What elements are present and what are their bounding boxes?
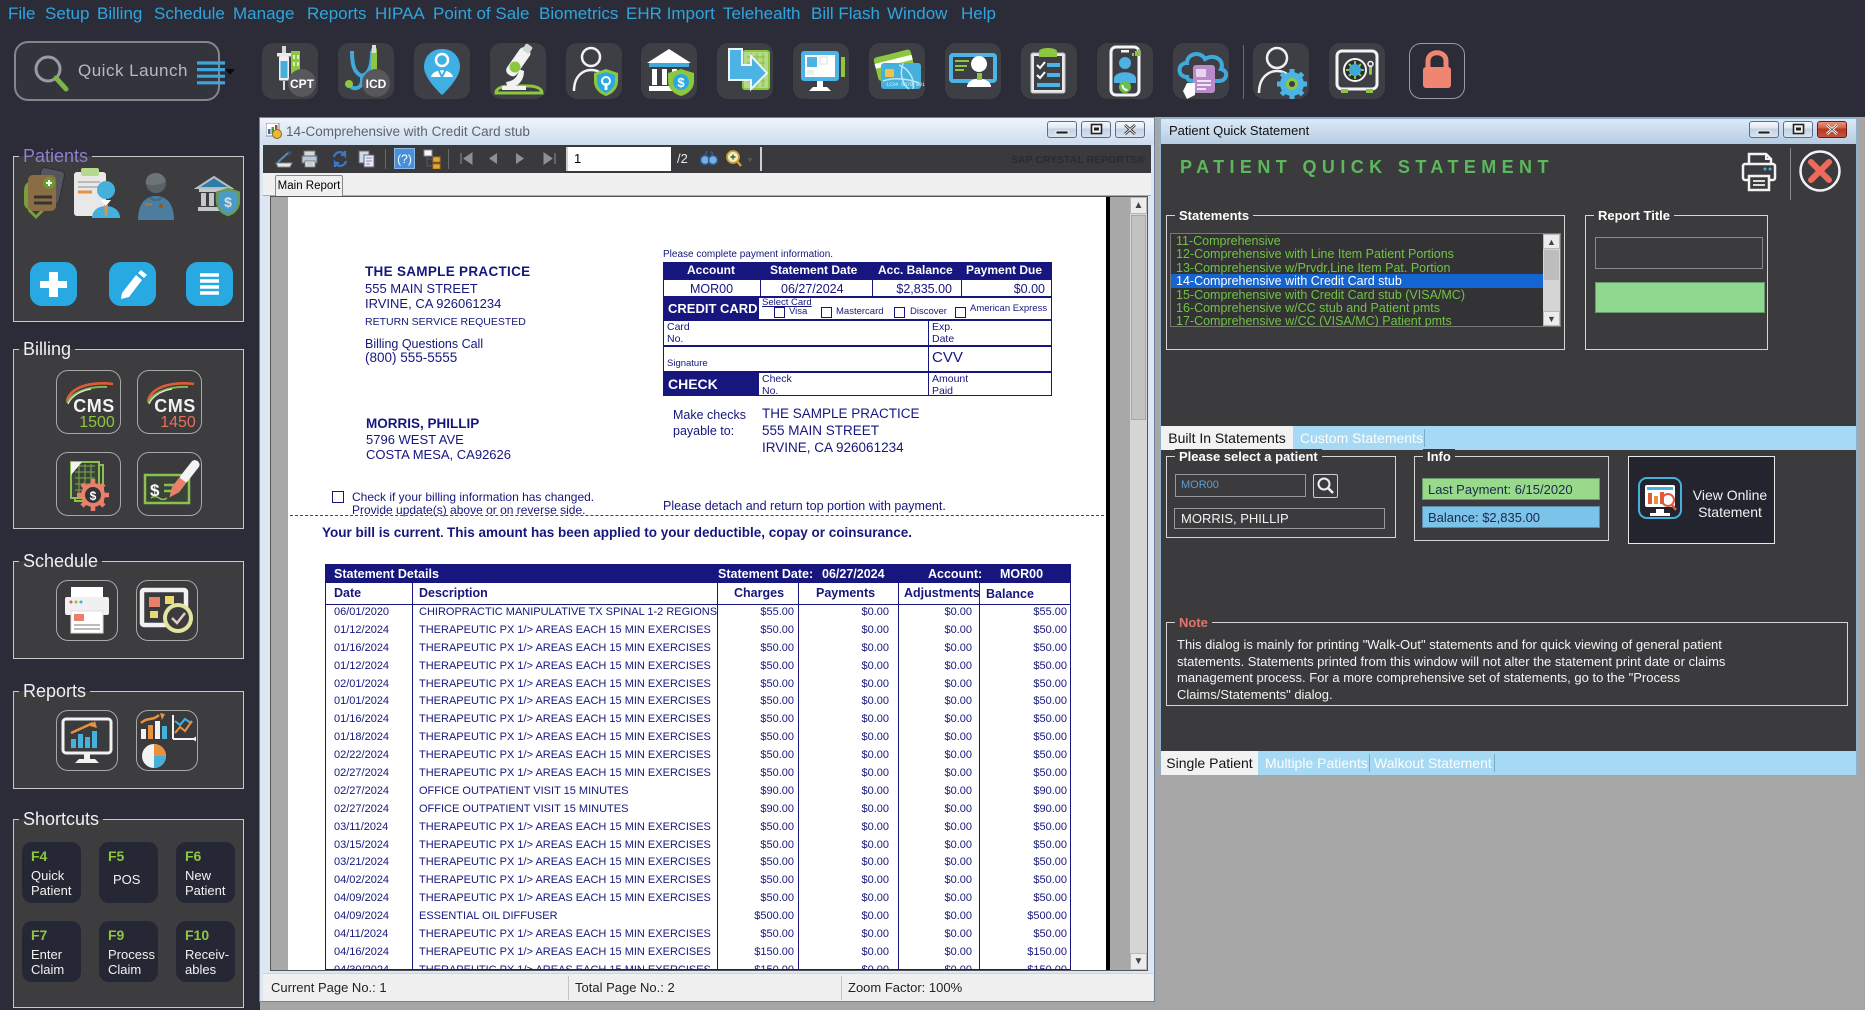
svg-text:CPT: CPT — [290, 77, 315, 91]
svg-text:1500: 1500 — [79, 414, 115, 431]
svg-text:CMS: CMS — [154, 396, 196, 416]
svg-text:$: $ — [90, 489, 97, 503]
svg-text:1234 5678 9012 3456: 1234 5678 9012 3456 — [886, 82, 925, 88]
svg-text:$: $ — [224, 194, 232, 210]
svg-text:1450: 1450 — [160, 414, 196, 431]
svg-text:CMS: CMS — [73, 396, 115, 416]
svg-text:$: $ — [677, 75, 685, 90]
svg-text:ICD: ICD — [366, 77, 387, 91]
